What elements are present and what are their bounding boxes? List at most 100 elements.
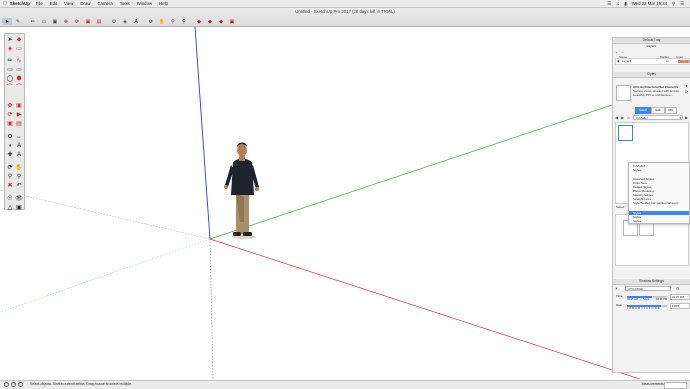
volume-icon[interactable]: ♫	[616, 1, 619, 6]
apple-menu-icon[interactable]: 	[0, 1, 10, 7]
dropdown-item[interactable]: Styles	[633, 168, 641, 172]
paint-bucket-icon[interactable]: ◈	[120, 18, 130, 25]
make-component-icon[interactable]: ◆	[15, 36, 23, 44]
details-icon[interactable]: ▶	[684, 115, 689, 120]
home-icon[interactable]: ⌂	[626, 115, 631, 120]
tab-select[interactable]: Select	[635, 107, 652, 114]
update-style-icon[interactable]: ⟳	[684, 89, 689, 94]
offset-icon[interactable]: ▤	[15, 120, 23, 128]
layout-icon[interactable]: ▣	[227, 18, 237, 25]
two-point-arc-icon[interactable]: ⌒	[15, 84, 23, 92]
tape-measure-icon[interactable]: ⚙	[6, 133, 14, 141]
geo-location-icon[interactable]	[4, 382, 9, 387]
menu-view[interactable]: View	[64, 1, 73, 6]
back-icon[interactable]: ◀	[614, 115, 619, 120]
rotated-rectangle-icon[interactable]: ▭	[15, 66, 23, 74]
line-icon[interactable]: ✏	[6, 57, 14, 65]
menu-tools[interactable]: Tools	[120, 1, 130, 6]
axes-icon[interactable]: ✚	[6, 151, 14, 159]
layer-visible-checkbox[interactable]: ☑	[666, 59, 669, 64]
scale-tool-icon[interactable]: ▣	[83, 18, 93, 25]
style-collection-select[interactable]: In Model ▾	[633, 115, 683, 120]
credits-icon[interactable]	[11, 382, 16, 387]
3d-text-icon[interactable]: A	[15, 151, 23, 159]
select-tool-icon[interactable]: ➤	[2, 18, 12, 25]
extension-warehouse-icon[interactable]: ◆	[216, 18, 226, 25]
rectangle-icon[interactable]: ▭	[6, 66, 14, 74]
text-tool-icon[interactable]: A	[131, 18, 141, 25]
layers-title[interactable]: Layers	[613, 44, 690, 48]
freehand-icon[interactable]: ∿	[15, 57, 23, 65]
eraser-icon[interactable]: ▭	[15, 45, 23, 53]
pencil-tool-icon[interactable]: ✏	[28, 18, 38, 25]
menu-camera[interactable]: Camera	[97, 1, 112, 6]
shadow-settings-icon[interactable]: ⚙	[675, 286, 680, 291]
menu-edit[interactable]: Edit	[50, 1, 57, 6]
dropdown-item[interactable]: Style Builder Competition Winners	[633, 201, 679, 205]
rotate-icon[interactable]: ⟳	[6, 111, 14, 119]
pan-tool-icon[interactable]: ✋	[157, 18, 167, 25]
style-thumbnail-selected[interactable]	[618, 125, 633, 141]
eraser-tool-icon[interactable]: ✎	[13, 18, 23, 25]
share-model-icon[interactable]: ◆	[205, 18, 215, 25]
notification-icon[interactable]: ☰	[680, 1, 684, 7]
protractor-icon[interactable]: ◖	[6, 142, 14, 150]
circle-icon[interactable]: ◯	[6, 75, 14, 83]
time-field[interactable]: 01:30 PM	[670, 294, 690, 300]
utc-select[interactable]: UTC-08:00	[625, 286, 671, 291]
model-viewport[interactable]	[0, 27, 690, 379]
active-layer-radio-icon[interactable]: ◉	[617, 59, 620, 64]
polygon-icon[interactable]: ⬢	[15, 75, 23, 83]
rotate-tool-icon[interactable]: ⟳	[72, 18, 82, 25]
create-style-icon[interactable]: ●	[684, 83, 689, 88]
layer-color-swatch[interactable]	[678, 60, 689, 63]
date-field[interactable]: 11/08	[670, 303, 690, 309]
app-menu[interactable]: SketchUp	[10, 1, 30, 6]
section-plane-icon[interactable]: ▣	[15, 204, 23, 212]
text-icon[interactable]: A	[15, 142, 23, 150]
follow-me-icon[interactable]: ▶	[15, 111, 23, 119]
dimension-icon[interactable]: ↔	[15, 133, 23, 141]
zoom-extents-icon[interactable]: ✖	[6, 182, 14, 190]
style-description[interactable]: Section views, shaded with texture, beau…	[633, 89, 687, 97]
zoom-window-icon[interactable]: ⚲	[15, 173, 23, 181]
menu-file[interactable]: File	[36, 1, 43, 6]
clock[interactable]: Wed 22 Mar 16:34	[632, 1, 667, 6]
select-icon[interactable]: ➤	[6, 36, 14, 44]
layer-row[interactable]: ◉ Layer0 ☑	[615, 58, 690, 65]
menu-help[interactable]: Help	[159, 1, 168, 6]
orbit-tool-icon[interactable]: ⟳	[146, 18, 156, 25]
zoom-tool-icon[interactable]: ⚲	[168, 18, 178, 25]
push-pull-tool-icon[interactable]: ▣	[50, 18, 60, 25]
tab-edit[interactable]: Edit	[651, 107, 665, 114]
styles-section-header[interactable]: Styles	[613, 72, 690, 78]
offset-tool-icon[interactable]: ▤	[94, 18, 104, 25]
forward-icon[interactable]: ▶	[620, 115, 625, 120]
scale-icon[interactable]: ▣	[6, 120, 14, 128]
battery-icon[interactable]: ▮	[624, 1, 626, 7]
push-pull-icon[interactable]: ▣	[15, 102, 23, 110]
orbit-icon[interactable]: ⟳	[6, 164, 14, 172]
wifi-icon[interactable]: ☰	[607, 1, 611, 7]
zoom-extents-icon[interactable]: ⚲	[179, 18, 189, 25]
shadow-toggle-icon[interactable]: ☀	[614, 286, 619, 291]
menu-draw[interactable]: Draw	[80, 1, 90, 6]
dropdown-item[interactable]: Styles	[633, 219, 641, 223]
rectangle-tool-icon[interactable]: ▭	[39, 18, 49, 25]
look-around-icon[interactable]: 👁	[15, 195, 23, 203]
paint-bucket-icon[interactable]: ◈	[6, 45, 14, 53]
position-camera-icon[interactable]: ☉	[6, 195, 14, 203]
menu-window[interactable]: Window	[137, 1, 152, 6]
walk-icon[interactable]: △	[6, 204, 14, 212]
shadow-section-header[interactable]: Shadow Settings	[613, 279, 690, 285]
warehouse-icon[interactable]: ◆	[194, 18, 204, 25]
layer-name[interactable]: Layer0	[622, 59, 631, 64]
tape-measure-icon[interactable]: ⚙	[109, 18, 119, 25]
user-icon[interactable]	[18, 382, 23, 387]
zoom-icon[interactable]: ⚲	[6, 173, 14, 181]
arc-icon[interactable]: ⌒	[6, 84, 14, 92]
move-tool-icon[interactable]: ✥	[61, 18, 71, 25]
move-icon[interactable]: ✥	[6, 102, 14, 110]
search-icon[interactable]: ⚲	[672, 1, 675, 7]
tab-mix[interactable]: Mix	[664, 107, 678, 114]
